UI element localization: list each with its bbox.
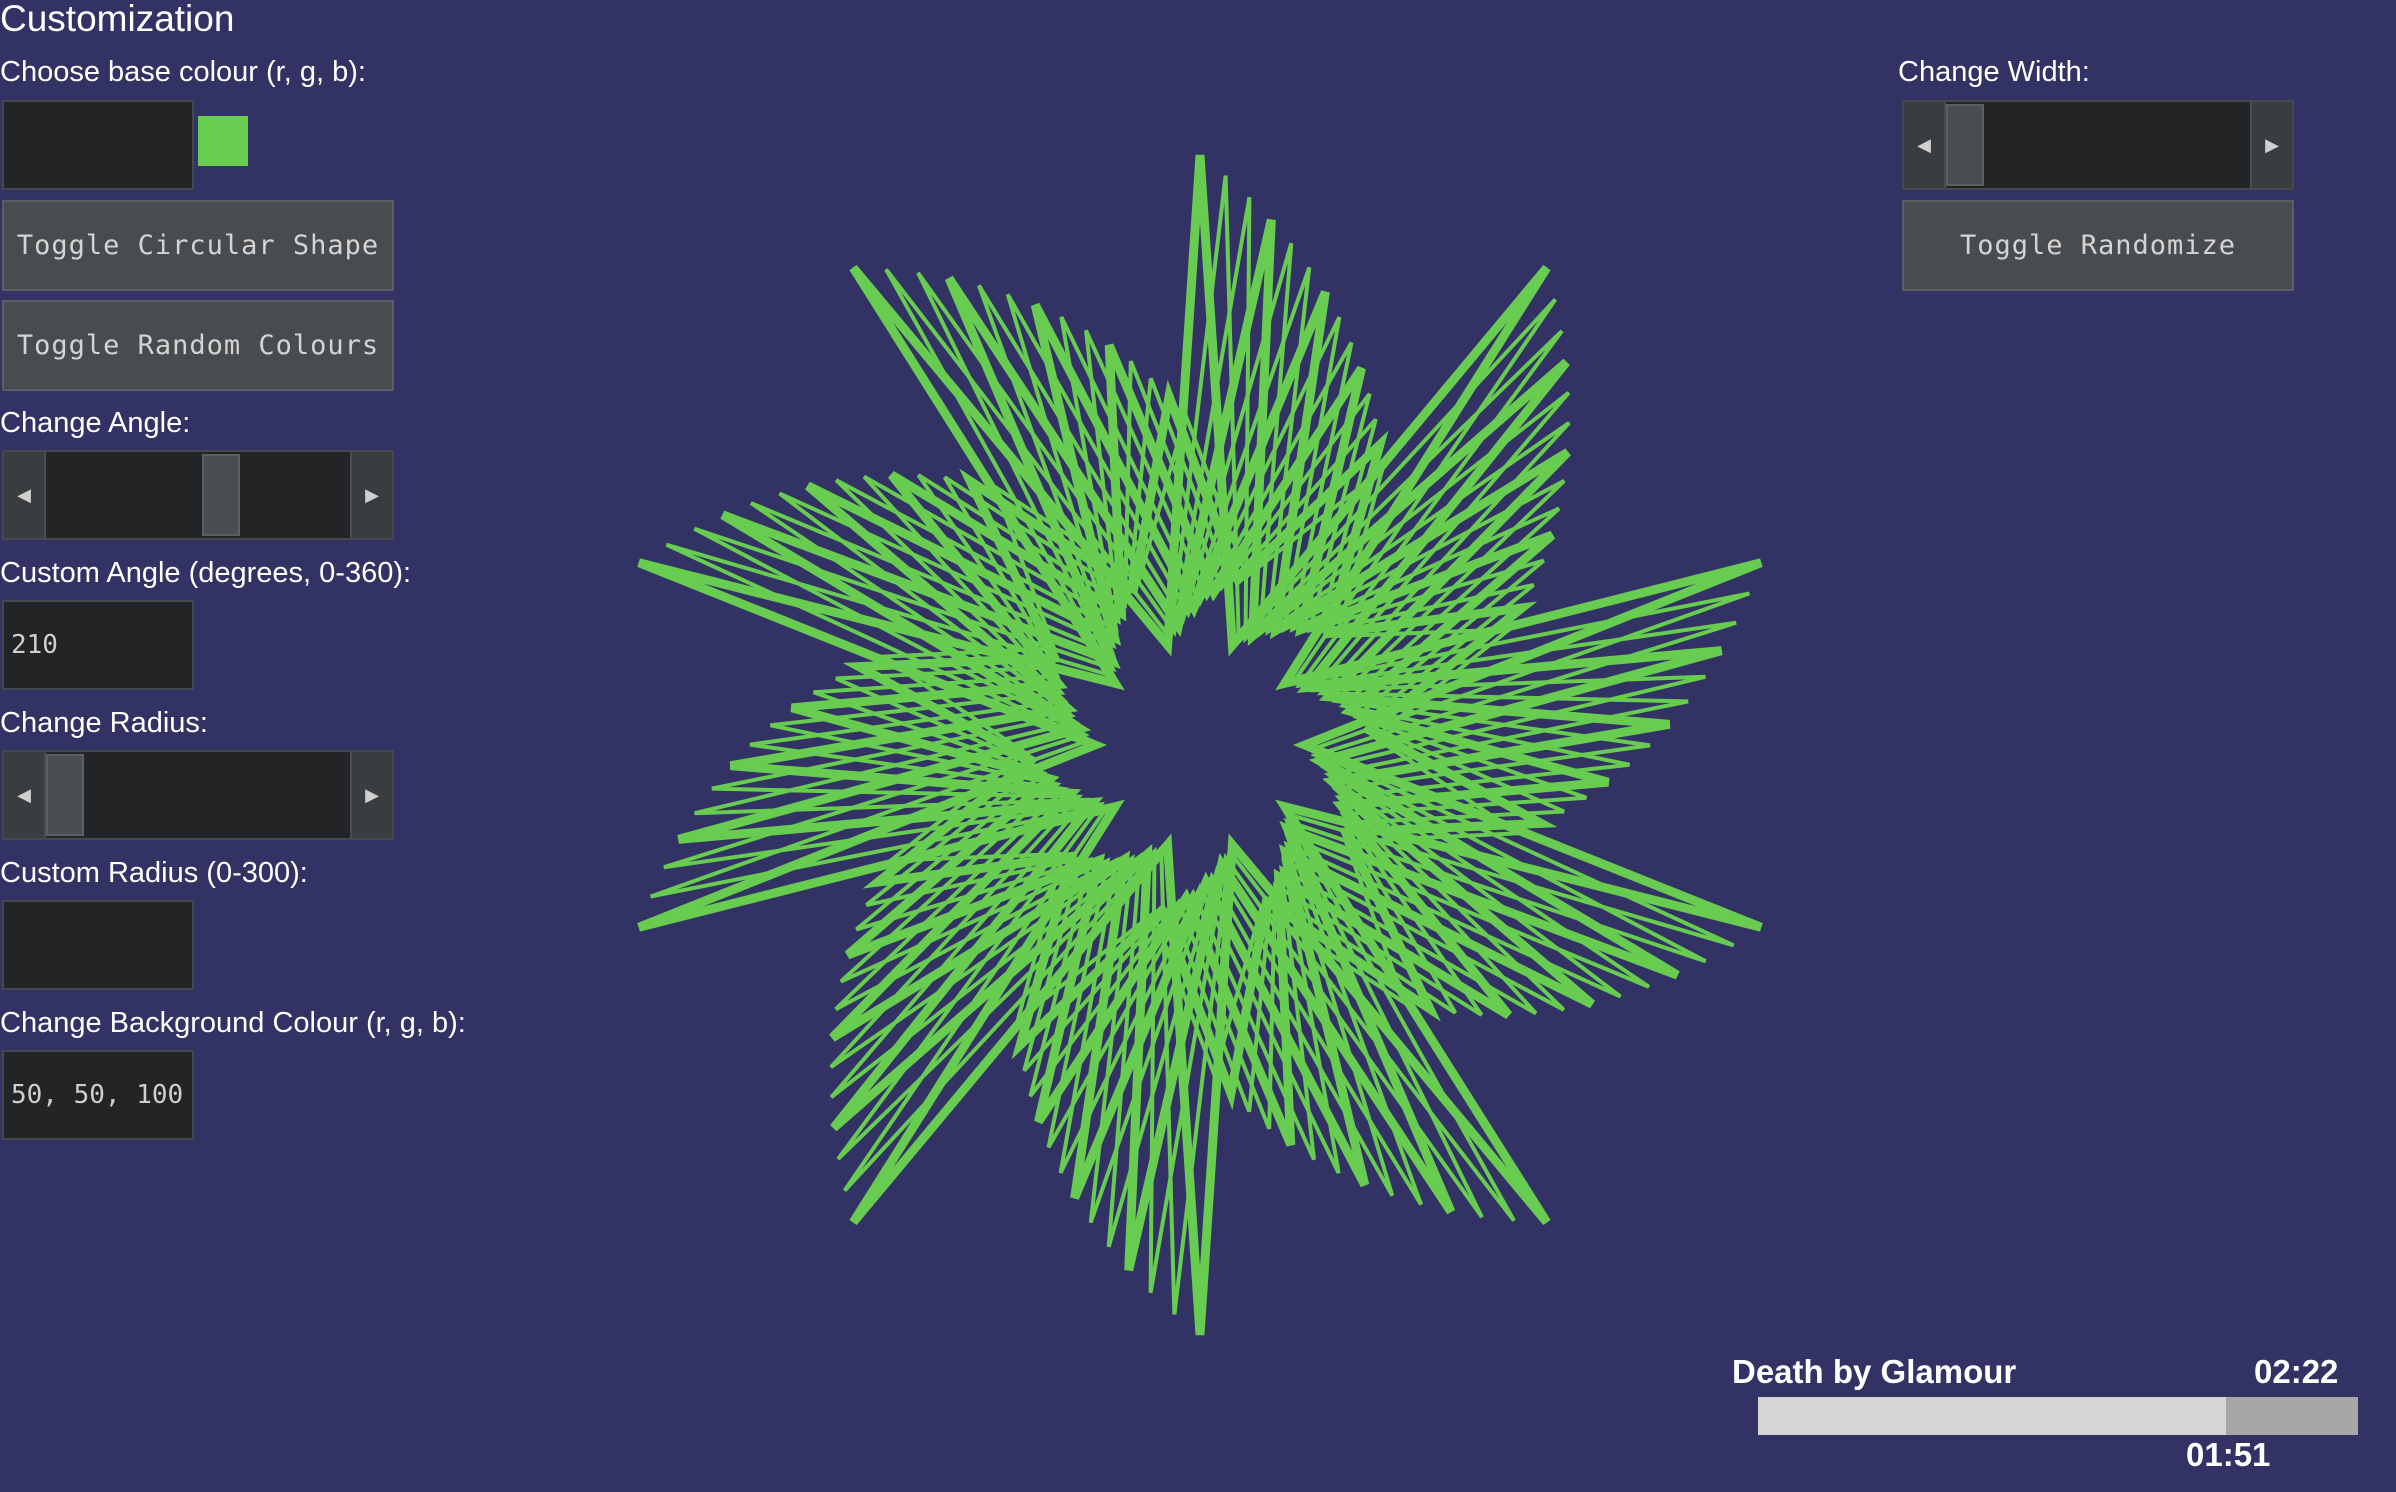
star-layer <box>649 175 1751 1315</box>
base-colour-label: Choose base colour (r, g, b): <box>0 56 366 88</box>
width-label: Change Width: <box>1898 56 2090 88</box>
toggle-circular-shape-button[interactable]: Toggle Circular Shape <box>2 200 394 291</box>
star-layer <box>637 154 1763 1336</box>
toggle-random-colours-button[interactable]: Toggle Random Colours <box>2 300 394 391</box>
width-slider-thumb[interactable] <box>1946 104 1984 186</box>
custom-radius-input[interactable] <box>2 900 194 990</box>
elapsed-time: 01:51 <box>2186 1436 2271 1473</box>
width-slider-right-arrow-icon[interactable]: ▶ <box>2250 102 2292 188</box>
angle-label: Change Angle: <box>0 407 191 439</box>
colour-swatch <box>198 116 248 166</box>
angle-slider-thumb[interactable] <box>202 454 240 536</box>
angle-slider-right-arrow-icon[interactable]: ▶ <box>350 452 392 538</box>
custom-angle-input[interactable] <box>2 600 194 690</box>
panel-title: Customization <box>0 0 235 39</box>
radius-slider-thumb[interactable] <box>46 754 84 836</box>
progress-bar[interactable] <box>1758 1397 2358 1435</box>
custom-angle-label: Custom Angle (degrees, 0-360): <box>0 557 412 589</box>
base-colour-input[interactable] <box>2 100 194 190</box>
star-layer <box>749 316 1651 1174</box>
radius-slider-right-arrow-icon[interactable]: ▶ <box>350 752 392 838</box>
width-slider[interactable]: ◀ ▶ <box>1902 100 2294 190</box>
star-layer <box>663 196 1737 1294</box>
angle-slider[interactable]: ◀ ▶ <box>2 450 394 540</box>
progress-fill <box>1758 1397 2226 1435</box>
custom-radius-label: Custom Radius (0-300): <box>0 857 308 889</box>
radius-slider-left-arrow-icon[interactable]: ◀ <box>4 752 46 838</box>
background-colour-input[interactable] <box>2 1050 194 1140</box>
toggle-randomize-button[interactable]: Toggle Randomize <box>1902 200 2294 291</box>
radius-label: Change Radius: <box>0 707 208 739</box>
star-shape <box>637 154 1763 1336</box>
width-slider-left-arrow-icon[interactable]: ◀ <box>1904 102 1946 188</box>
total-time: 02:22 <box>2254 1353 2339 1390</box>
radius-slider[interactable]: ◀ ▶ <box>2 750 394 840</box>
background-colour-label: Change Background Colour (r, g, b): <box>0 1007 466 1039</box>
song-title: Death by Glamour <box>1732 1353 2017 1390</box>
star-canvas <box>637 154 1763 1336</box>
angle-slider-left-arrow-icon[interactable]: ◀ <box>4 452 46 538</box>
